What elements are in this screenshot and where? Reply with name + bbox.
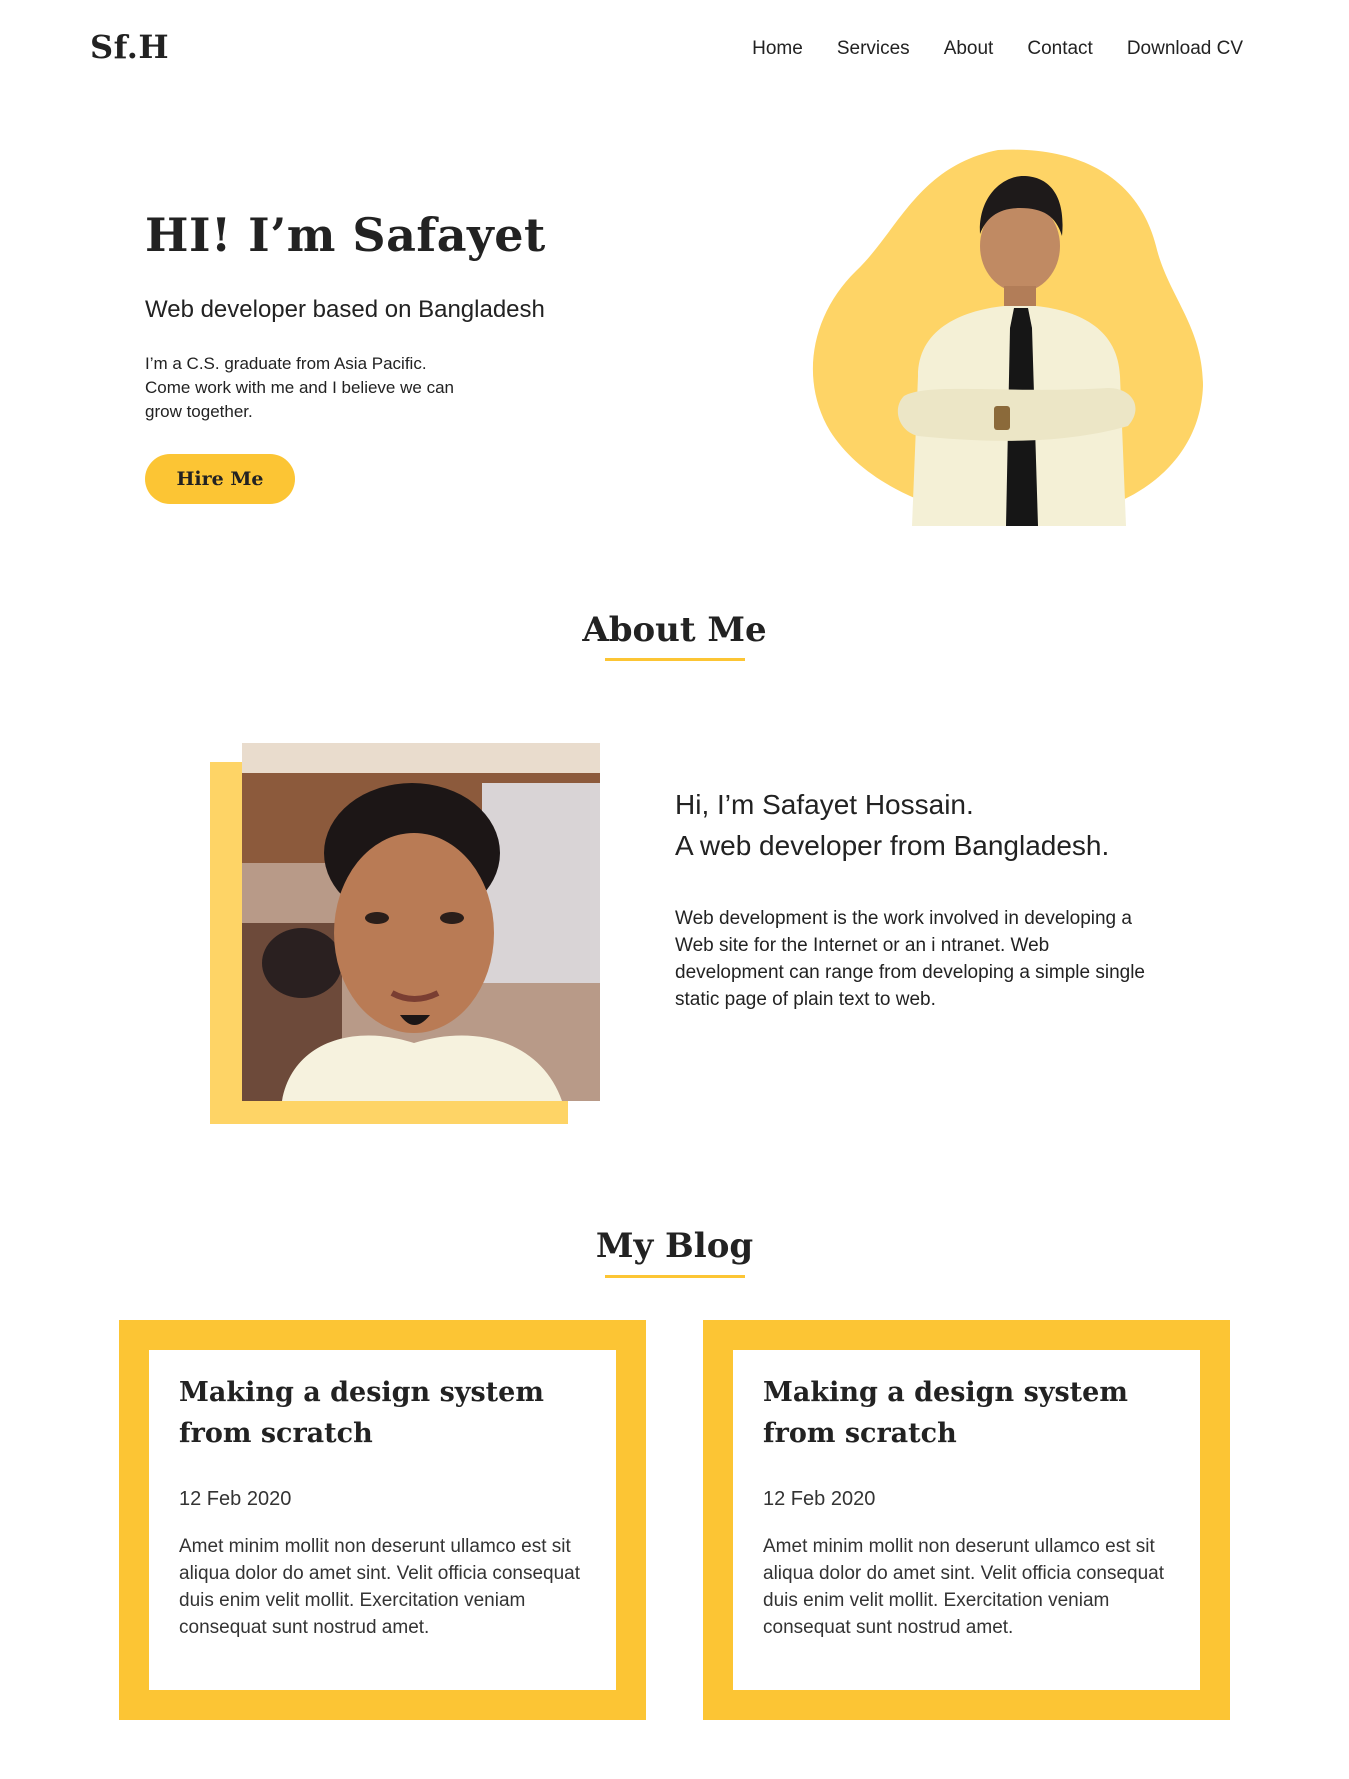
nav-link-services[interactable]: Services [837,38,910,60]
about-heading-underline [605,658,745,661]
blog-card-excerpt: Amet minim mollit non deserunt ullamco e… [763,1536,1165,1638]
blog-card-date: 12 Feb 2020 [763,1488,876,1510]
blog-card-body: Making a design system from scratch 12 F… [733,1350,1200,1690]
blog-card[interactable]: Making a design system from scratch 12 F… [703,1320,1230,1720]
blog-card-title[interactable]: Making a design system from scratch [179,1372,586,1454]
hero-description: I’m a C.S. graduate from Asia Pacific. C… [145,354,454,421]
blog-card-excerpt: Amet minim mollit non deserunt ullamco e… [179,1536,581,1638]
about-description: Web development is the work involved in … [675,908,1145,1010]
about-portrait-illustration [242,743,600,1101]
about-greeting-line1: Hi, I’m Safayet Hossain. [675,789,974,820]
about-photo [242,743,600,1101]
about-greeting-line2: A web developer from Bangladesh. [675,830,1110,861]
hero-portrait [808,146,1208,526]
hero-title: HI! I’m Safayet [145,208,546,262]
main-nav: Home Services About Contact Download CV [752,38,1243,60]
nav-link-contact[interactable]: Contact [1027,38,1092,60]
nav-link-about[interactable]: About [944,38,994,60]
hero-subtitle: Web developer based on Bangladesh [145,296,545,323]
site-header: Sf.H Home Services About Contact Downloa… [0,0,1349,100]
nav-link-home[interactable]: Home [752,38,803,60]
blog-card-date: 12 Feb 2020 [179,1488,292,1510]
blog-card[interactable]: Making a design system from scratch 12 F… [119,1320,646,1720]
about-heading: About Me [582,610,767,650]
site-logo[interactable]: Sf.H [90,28,169,66]
blog-heading-underline [605,1275,745,1278]
hero-portrait-illustration [812,149,1203,526]
blog-card-title[interactable]: Making a design system from scratch [763,1372,1170,1454]
hire-me-button[interactable]: Hire Me [145,454,295,504]
nav-link-download-cv[interactable]: Download CV [1127,38,1243,60]
blog-card-body: Making a design system from scratch 12 F… [149,1350,616,1690]
blog-heading: My Blog [595,1226,754,1266]
about-greeting: Hi, I’m Safayet Hossain. A web developer… [675,784,1109,866]
